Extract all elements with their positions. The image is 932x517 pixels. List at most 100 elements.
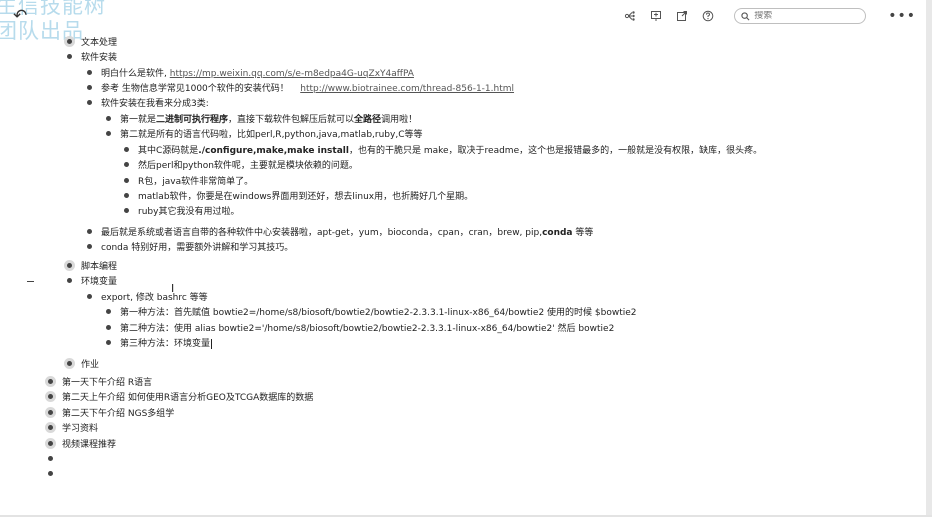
item-text[interactable]: R包，java软件非常简单了。 bbox=[138, 174, 253, 187]
item-text[interactable]: 视频课程推荐 bbox=[62, 437, 116, 450]
bullet-icon[interactable] bbox=[124, 162, 129, 167]
item-text[interactable]: 作业 bbox=[81, 357, 99, 370]
outline-item[interactable]: 第二天下午介绍 NGS多组学 bbox=[48, 405, 174, 420]
bullet-icon[interactable] bbox=[106, 309, 111, 314]
outline-item[interactable]: 第一天下午介绍 R语言 bbox=[48, 374, 152, 389]
item-text[interactable]: 明白什么是软件, https://mp.weixin.qq.com/s/e-m8… bbox=[101, 66, 414, 79]
item-text[interactable]: 参考 生物信息学常见1000个软件的安装代码！ http://www.biotr… bbox=[101, 81, 514, 94]
item-text[interactable]: 第二天上午介绍 如何使用R语言分析GEO及TCGA数据库的数据 bbox=[62, 390, 313, 403]
help-icon[interactable] bbox=[699, 7, 717, 25]
outline-item[interactable]: export, 修改 bashrc 等等 bbox=[87, 289, 208, 304]
bullet-icon[interactable] bbox=[67, 54, 72, 59]
bullet-icon[interactable] bbox=[48, 425, 53, 430]
item-text[interactable]: conda 特别好用，需要额外讲解和学习其技巧。 bbox=[101, 240, 293, 253]
mindmap-icon[interactable] bbox=[621, 7, 639, 25]
bullet-icon[interactable] bbox=[106, 131, 111, 136]
bullet-icon[interactable] bbox=[87, 244, 92, 249]
outline-item[interactable]: 其中C源码就是./configure,make,make install，也有的… bbox=[124, 142, 762, 157]
item-text[interactable]: 第一就是二进制可执行程序，直接下载软件包解压后就可以全路径调用啦！ bbox=[120, 112, 417, 125]
bullet-icon[interactable] bbox=[48, 394, 53, 399]
bullet-icon[interactable] bbox=[124, 193, 129, 198]
outline-item[interactable]: 第三种方法：环境变量 bbox=[106, 335, 213, 350]
item-text[interactable]: matlab软件，你要是在windows界面用到还好，想去linux用，也折腾好… bbox=[138, 189, 473, 202]
bold-span: ./configure,make,make install bbox=[198, 146, 349, 156]
bullet-icon[interactable] bbox=[48, 379, 53, 384]
outline-item[interactable]: matlab软件，你要是在windows界面用到还好，想去linux用，也折腾好… bbox=[124, 188, 473, 203]
bullet-icon[interactable] bbox=[124, 178, 129, 183]
bullet-icon[interactable] bbox=[48, 456, 53, 461]
outline-item[interactable]: R包，java软件非常简单了。 bbox=[124, 173, 253, 188]
search-input[interactable] bbox=[750, 11, 851, 21]
outline-item[interactable]: 软件安装 bbox=[67, 49, 117, 64]
item-text[interactable]: 学习资料 bbox=[62, 421, 98, 434]
item-text[interactable]: 第三种方法：环境变量 bbox=[120, 336, 213, 349]
outline-item-empty[interactable] bbox=[48, 451, 53, 466]
bold-span: 全路径 bbox=[354, 115, 382, 125]
item-text[interactable]: 最后就是系统或者语言自带的各种软件中心安装器啦，apt-get，yum，bioc… bbox=[101, 225, 593, 238]
item-text[interactable]: 第一天下午介绍 R语言 bbox=[62, 375, 152, 388]
present-icon[interactable] bbox=[647, 7, 665, 25]
bullet-icon[interactable] bbox=[87, 70, 92, 75]
outline-item[interactable]: 环境变量 bbox=[67, 273, 117, 288]
outline-item[interactable]: 明白什么是软件, https://mp.weixin.qq.com/s/e-m8… bbox=[87, 65, 414, 80]
outline-item[interactable]: 作业 bbox=[67, 356, 99, 371]
bullet-icon[interactable] bbox=[87, 85, 92, 90]
outline-item[interactable]: 第二天上午介绍 如何使用R语言分析GEO及TCGA数据库的数据 bbox=[48, 389, 313, 404]
item-text[interactable]: 软件安装 bbox=[81, 50, 117, 63]
bullet-icon[interactable] bbox=[106, 116, 111, 121]
text-caret bbox=[211, 338, 213, 349]
item-text[interactable]: 第二种方法：使用 alias bowtie2='/home/s8/biosoft… bbox=[120, 321, 614, 334]
biotrainee-link[interactable]: http://www.biotrainee.com/thread-856-1-1… bbox=[300, 84, 514, 94]
more-icon[interactable]: ••• bbox=[888, 8, 916, 24]
bullet-icon[interactable] bbox=[87, 100, 92, 105]
outline-item[interactable]: 软件安装在我看来分成3类: bbox=[87, 95, 209, 110]
search-box[interactable] bbox=[734, 8, 867, 24]
bullet-icon[interactable] bbox=[87, 294, 92, 299]
item-text[interactable]: export, 修改 bashrc 等等 bbox=[101, 290, 208, 303]
outline-item[interactable]: 最后就是系统或者语言自带的各种软件中心安装器啦，apt-get，yum，bioc… bbox=[87, 224, 593, 239]
outline-item[interactable]: 第一种方法：首先赋值 bowtie2=/home/s8/biosoft/bowt… bbox=[106, 304, 637, 319]
outline-item[interactable]: 视频课程推荐 bbox=[48, 436, 116, 451]
bullet-icon[interactable] bbox=[87, 229, 92, 234]
bullet-icon[interactable] bbox=[67, 263, 72, 268]
outline-item[interactable]: 学习资料 bbox=[48, 420, 98, 435]
item-text[interactable]: 然后perl和python软件呢，主要就是模块依赖的问题。 bbox=[138, 158, 358, 171]
outline-item[interactable]: conda 特别好用，需要额外讲解和学习其技巧。 bbox=[87, 239, 293, 254]
item-text[interactable]: 软件安装在我看来分成3类: bbox=[101, 96, 209, 109]
text-span: 最后就是系统或者语言自带的各种软件中心安装器啦，apt-get，yum，bioc… bbox=[101, 228, 543, 238]
export-icon[interactable] bbox=[673, 7, 691, 25]
bullet-icon[interactable] bbox=[48, 471, 53, 476]
collapse-icon[interactable] bbox=[27, 281, 34, 282]
text-span: 其中C源码就是 bbox=[138, 146, 199, 156]
bullet-icon[interactable] bbox=[48, 410, 53, 415]
bullet-icon[interactable] bbox=[124, 147, 129, 152]
bullet-icon[interactable] bbox=[106, 340, 111, 345]
item-text[interactable]: 环境变量 bbox=[81, 274, 117, 287]
text-span: ，直接下载软件包解压后就可以 bbox=[228, 115, 355, 125]
bullet-icon[interactable] bbox=[124, 208, 129, 213]
weixin-link[interactable]: https://mp.weixin.qq.com/s/e-m8edpa4G-uq… bbox=[170, 69, 414, 79]
bullet-icon[interactable] bbox=[67, 39, 72, 44]
item-text[interactable]: ruby其它我没有用过啦。 bbox=[138, 204, 239, 217]
outline-item[interactable]: 然后perl和python软件呢，主要就是模块依赖的问题。 bbox=[124, 157, 358, 172]
bullet-icon[interactable] bbox=[106, 325, 111, 330]
outline-item[interactable]: 第二就是所有的语言代码啦，比如perl,R,python,java,matlab… bbox=[106, 126, 422, 141]
item-text[interactable]: 其中C源码就是./configure,make,make install，也有的… bbox=[138, 143, 762, 156]
item-text[interactable]: 第一种方法：首先赋值 bowtie2=/home/s8/biosoft/bowt… bbox=[120, 305, 637, 318]
outline-item[interactable]: 参考 生物信息学常见1000个软件的安装代码！ http://www.biotr… bbox=[87, 80, 514, 95]
bullet-icon[interactable] bbox=[67, 361, 72, 366]
outline-item[interactable]: ruby其它我没有用过啦。 bbox=[124, 203, 239, 218]
bullet-icon[interactable] bbox=[67, 278, 72, 283]
outline-item-empty[interactable] bbox=[48, 466, 53, 481]
undo-icon[interactable]: ↶ bbox=[13, 6, 27, 26]
item-text[interactable]: 第二天下午介绍 NGS多组学 bbox=[62, 406, 174, 419]
outline-item[interactable]: 脚本编程 bbox=[67, 258, 117, 273]
item-text[interactable]: 脚本编程 bbox=[81, 259, 117, 272]
item-text[interactable]: 第二就是所有的语言代码啦，比如perl,R,python,java,matlab… bbox=[120, 127, 422, 140]
outline-item[interactable]: 第一就是二进制可执行程序，直接下载软件包解压后就可以全路径调用啦！ bbox=[106, 111, 417, 126]
outline-item[interactable]: 第二种方法：使用 alias bowtie2='/home/s8/biosoft… bbox=[106, 320, 614, 335]
bullet-icon[interactable] bbox=[48, 441, 53, 446]
outline-item[interactable]: 文本处理 bbox=[67, 34, 117, 49]
item-text[interactable]: 文本处理 bbox=[81, 35, 117, 48]
text-span: 第三种方法：环境变量 bbox=[120, 339, 211, 349]
